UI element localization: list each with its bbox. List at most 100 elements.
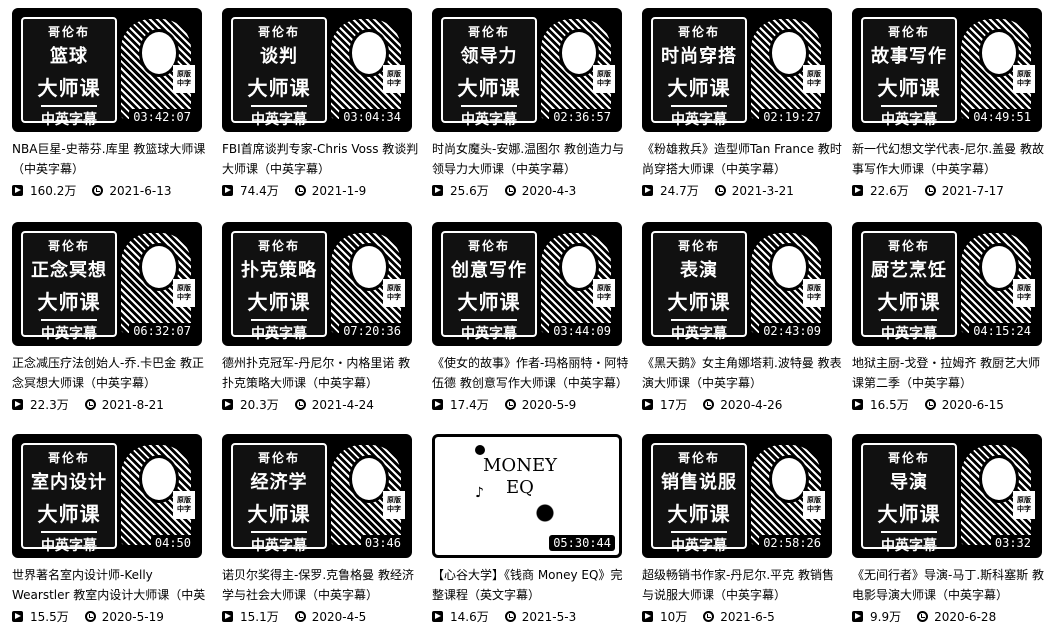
series-label: 哥伦布 <box>47 451 90 465</box>
play-count-icon <box>12 611 23 622</box>
video-card[interactable]: 哥伦布 时尚穿搭 大师课 中英字幕 原版 中字 02:19:27 《粉雄救兵》造型师Tan … <box>642 8 842 199</box>
topic-label: 时尚穿搭 <box>661 46 737 67</box>
video-card[interactable]: 哥伦布 创意写作 大师课 中英字幕 原版 中字 03:44:09 《使女的故事》作者-玛格丽… <box>432 222 632 413</box>
video-card[interactable]: 哥伦布 经济学 大师课 中英字幕 原版 中字 03:46 诺贝尔奖得主-保罗.克鲁格曼 教经… <box>222 434 422 625</box>
video-thumbnail[interactable]: 哥伦布 时尚穿搭 大师课 中英字幕 原版 中字 02:19:27 <box>642 8 832 132</box>
video-card[interactable]: 哥伦布 销售说服 大师课 中英字幕 原版 中字 02:58:26 超级畅销书作家-丹尼尔.平… <box>642 434 842 625</box>
version-tag: 原版 中字 <box>593 279 615 307</box>
video-duration: 03:04:34 <box>339 109 405 125</box>
topic-label: 故事写作 <box>871 46 947 67</box>
play-count-icon <box>642 185 653 196</box>
video-meta: 9.9万 2020-6-28 <box>852 608 1052 625</box>
masterclass-label: 大师课 <box>247 76 311 100</box>
subtitle-label: 中英字幕 <box>881 531 937 555</box>
video-thumbnail[interactable]: 哥伦布 室内设计 大师课 中英字幕 原版 中字 04:50 <box>12 434 202 558</box>
thumbnail-title-panel: 哥伦布 厨艺烹饪 大师课 中英字幕 <box>861 231 957 342</box>
play-count-icon <box>432 185 443 196</box>
subtitle-label: 中英字幕 <box>251 531 307 555</box>
video-card[interactable]: MONEY EQ ♪ 05:30:44 【心谷大学】《钱商 Money EQ》完整课程（… <box>432 434 632 625</box>
masterclass-label: 大师课 <box>37 290 101 314</box>
series-label: 哥伦布 <box>47 25 90 39</box>
music-note-icon: ♪ <box>475 485 484 501</box>
version-tag: 原版 中字 <box>173 279 195 307</box>
publish-date: 2021-6-13 <box>109 183 172 198</box>
video-thumbnail[interactable]: 哥伦布 表演 大师课 中英字幕 原版 中字 02:43:09 <box>642 222 832 346</box>
clock-icon <box>917 611 929 622</box>
video-thumbnail[interactable]: MONEY EQ ♪ 05:30:44 <box>432 434 622 558</box>
masterclass-label: 大师课 <box>457 76 521 100</box>
video-title[interactable]: 正念减压疗法创始人-乔.卡巴金 教正念冥想大师课（中英字幕） <box>12 353 212 393</box>
video-title[interactable]: FBI首席谈判专家-Chris Voss 教谈判大师课（中英字幕） <box>222 139 422 179</box>
video-title[interactable]: 超级畅销书作家-丹尼尔.平克 教销售与说服大师课（中英字幕） <box>642 565 842 605</box>
video-meta: 17.4万 2020-5-9 <box>432 396 632 413</box>
publish-date: 2020-4-3 <box>521 183 577 198</box>
video-card[interactable]: 哥伦布 室内设计 大师课 中英字幕 原版 中字 04:50 世界著名室内设计师-Kelly … <box>12 434 212 625</box>
subtitle-label: 中英字幕 <box>881 319 937 343</box>
topic-label: 厨艺烹饪 <box>871 260 947 281</box>
video-title[interactable]: 时尚女魔头-安娜.温图尔 教创造力与领导力大师课（中英字幕） <box>432 139 632 179</box>
video-title[interactable]: NBA巨星-史蒂芬.库里 教篮球大师课（中英字幕） <box>12 139 212 179</box>
masterclass-label: 大师课 <box>667 290 731 314</box>
video-title[interactable]: 地狱主厨-戈登・拉姆齐 教厨艺大师课第二季（中英字幕） <box>852 353 1052 393</box>
video-title[interactable]: 诺贝尔奖得主-保罗.克鲁格曼 教经济学与社会大师课（中英字幕） <box>222 565 422 605</box>
video-meta: 20.3万 2021-4-24 <box>222 396 422 413</box>
play-count-icon <box>642 611 653 622</box>
clock-icon <box>294 611 306 622</box>
video-title[interactable]: 《无间行者》导演-马丁.斯科塞斯 教电影导演大师课（中英字幕） <box>852 565 1052 605</box>
topic-label: 领导力 <box>460 46 518 67</box>
video-thumbnail[interactable]: 哥伦布 谈判 大师课 中英字幕 原版 中字 03:04:34 <box>222 8 412 132</box>
video-thumbnail[interactable]: 哥伦布 导演 大师课 中英字幕 原版 中字 03:32 <box>852 434 1042 558</box>
publish-date: 2021-4-24 <box>311 397 374 412</box>
logo-icon <box>475 445 485 455</box>
thumbnail-title-panel: 哥伦布 室内设计 大师课 中英字幕 <box>21 443 117 554</box>
video-card[interactable]: 哥伦布 谈判 大师课 中英字幕 原版 中字 03:04:34 FBI首席谈判专家-Chris… <box>222 8 422 199</box>
video-thumbnail[interactable]: 哥伦布 扑克策略 大师课 中英字幕 原版 中字 07:20:36 <box>222 222 412 346</box>
video-thumbnail[interactable]: 哥伦布 厨艺烹饪 大师课 中英字幕 原版 中字 04:15:24 <box>852 222 1042 346</box>
video-card[interactable]: 哥伦布 表演 大师课 中英字幕 原版 中字 02:43:09 《黑天鹅》女主角娜塔莉.波特曼… <box>642 222 842 413</box>
subtitle-label: 中英字幕 <box>251 319 307 343</box>
video-card[interactable]: 哥伦布 篮球 大师课 中英字幕 原版 中字 03:42:07 NBA巨星-史蒂芬.库里 教篮… <box>12 8 212 199</box>
video-thumbnail[interactable]: 哥伦布 领导力 大师课 中英字幕 原版 中字 02:36:57 <box>432 8 622 132</box>
clock-icon <box>84 399 96 410</box>
view-count: 22.3万 <box>30 398 69 412</box>
publish-date: 2021-1-9 <box>311 183 367 198</box>
clock-icon <box>703 611 715 622</box>
video-thumbnail[interactable]: 哥伦布 正念冥想 大师课 中英字幕 原版 中字 06:32:07 <box>12 222 202 346</box>
video-card[interactable]: 哥伦布 厨艺烹饪 大师课 中英字幕 原版 中字 04:15:24 地狱主厨-戈登・拉姆齐 教… <box>852 222 1052 413</box>
clock-icon <box>714 185 726 196</box>
video-title[interactable]: 《使女的故事》作者-玛格丽特・阿特伍德 教创意写作大师课（中英字幕） <box>432 353 632 393</box>
play-count-icon <box>222 399 233 410</box>
video-thumbnail[interactable]: 哥伦布 篮球 大师课 中英字幕 原版 中字 03:42:07 <box>12 8 202 132</box>
subtitle-label: 中英字幕 <box>671 531 727 555</box>
publish-date: 2021-8-21 <box>101 397 164 412</box>
video-thumbnail[interactable]: 哥伦布 创意写作 大师课 中英字幕 原版 中字 03:44:09 <box>432 222 622 346</box>
view-count: 15.1万 <box>240 610 279 624</box>
play-count-icon <box>432 611 443 622</box>
video-title[interactable]: 《黑天鹅》女主角娜塔莉.波特曼 教表演大师课（中英字幕） <box>642 353 842 393</box>
publish-date: 2021-6-5 <box>720 609 775 624</box>
video-meta: 14.6万 2021-5-3 <box>432 608 632 625</box>
video-card[interactable]: 哥伦布 导演 大师课 中英字幕 原版 中字 03:32 《无间行者》导演-马丁.斯科塞斯 教… <box>852 434 1052 625</box>
video-card[interactable]: 哥伦布 故事写作 大师课 中英字幕 原版 中字 04:49:51 新一代幻想文学代表-尼尔.… <box>852 8 1052 199</box>
view-count: 17万 <box>660 398 688 412</box>
series-label: 哥伦布 <box>677 239 720 253</box>
view-count: 22.6万 <box>870 184 909 198</box>
video-duration: 02:43:09 <box>759 323 825 339</box>
video-title[interactable]: 【心谷大学】《钱商 Money EQ》完整课程（英文字幕） <box>432 565 632 605</box>
video-card[interactable]: 哥伦布 领导力 大师课 中英字幕 原版 中字 02:36:57 时尚女魔头-安娜.温图尔 教… <box>432 8 632 199</box>
video-card[interactable]: 哥伦布 扑克策略 大师课 中英字幕 原版 中字 07:20:36 德州扑克冠军-丹尼尔・内格… <box>222 222 422 413</box>
video-duration: 05:30:44 <box>549 535 615 551</box>
subtitle-label: 中英字幕 <box>251 105 307 129</box>
version-tag: 原版 中字 <box>173 491 195 519</box>
view-count: 17.4万 <box>450 398 489 412</box>
subtitle-label: 中英字幕 <box>41 105 97 129</box>
video-thumbnail[interactable]: 哥伦布 故事写作 大师课 中英字幕 原版 中字 04:49:51 <box>852 8 1042 132</box>
video-title[interactable]: 新一代幻想文学代表-尼尔.盖曼 教故事写作大师课（中英字幕） <box>852 139 1052 179</box>
video-title[interactable]: 《粉雄救兵》造型师Tan France 教时尚穿搭大师课（中英字幕） <box>642 139 842 179</box>
video-card[interactable]: 哥伦布 正念冥想 大师课 中英字幕 原版 中字 06:32:07 正念减压疗法创始人-乔.卡… <box>12 222 212 413</box>
video-thumbnail[interactable]: 哥伦布 销售说服 大师课 中英字幕 原版 中字 02:58:26 <box>642 434 832 558</box>
video-title[interactable]: 世界著名室内设计师-Kelly Wearstler 教室内设计大师课（中英字幕） <box>12 565 212 605</box>
view-count: 16.5万 <box>870 398 909 412</box>
video-thumbnail[interactable]: 哥伦布 经济学 大师课 中英字幕 原版 中字 03:46 <box>222 434 412 558</box>
video-title[interactable]: 德州扑克冠军-丹尼尔・内格里诺 教扑克策略大师课（中英字幕） <box>222 353 422 393</box>
